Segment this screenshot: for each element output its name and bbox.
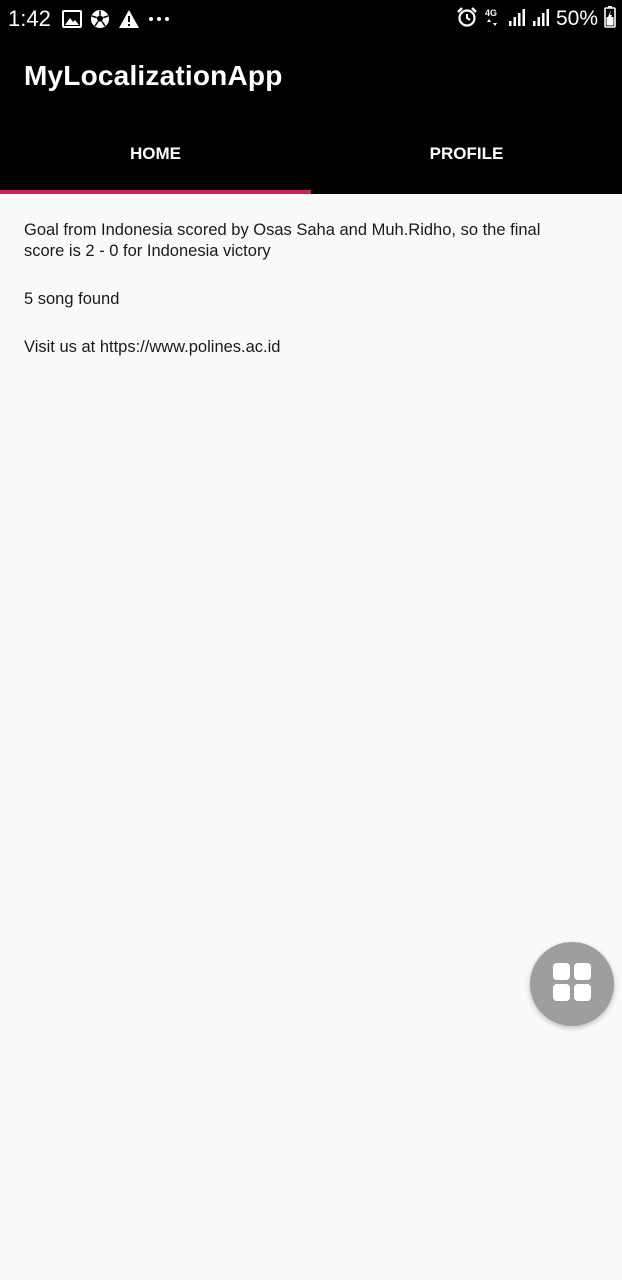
home-content: Goal from Indonesia scored by Osas Saha … bbox=[24, 220, 584, 385]
tab-indicator bbox=[0, 190, 311, 194]
app-bar: MyLocalizationApp HOME PROFILE bbox=[0, 38, 622, 194]
tab-bar: HOME PROFILE bbox=[0, 120, 622, 194]
tab-profile[interactable]: PROFILE bbox=[311, 120, 622, 194]
signal-icon bbox=[508, 7, 526, 32]
floating-menu-button[interactable] bbox=[530, 942, 614, 1026]
tab-profile-label: PROFILE bbox=[429, 144, 504, 163]
more-dots-icon bbox=[148, 15, 170, 23]
battery-icon bbox=[604, 5, 616, 33]
grid-icon bbox=[552, 962, 592, 1007]
tab-home-label: HOME bbox=[130, 144, 181, 163]
goal-text: Goal from Indonesia scored by Osas Saha … bbox=[24, 221, 541, 260]
status-time: 1:42 bbox=[8, 6, 51, 31]
status-bar: 1:42 4G 50% bbox=[0, 0, 622, 38]
song-count-text: 5 song found bbox=[24, 290, 120, 308]
visit-text: Visit us at https://www.polines.ac.id bbox=[24, 338, 281, 356]
tab-home[interactable]: HOME bbox=[0, 120, 311, 194]
status-right-icons: 4G 50% bbox=[456, 5, 616, 33]
battery-percent: 50% bbox=[555, 7, 598, 30]
image-icon bbox=[62, 10, 82, 28]
4g-icon: 4G bbox=[484, 6, 502, 33]
alarm-icon bbox=[456, 6, 478, 33]
app-title: MyLocalizationApp bbox=[24, 60, 283, 91]
soccer-ball-icon bbox=[90, 9, 110, 29]
network-label: 4G bbox=[485, 8, 497, 18]
signal-icon bbox=[532, 7, 550, 32]
status-left-icons bbox=[62, 8, 170, 30]
warning-icon bbox=[118, 9, 140, 29]
